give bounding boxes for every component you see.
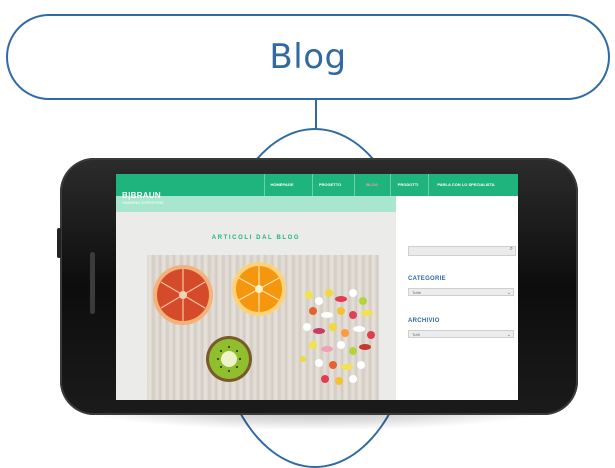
blog-heading: ARTICOLI DAL BLOG [211,235,301,241]
blog-article-image[interactable] [147,255,379,400]
nav-blog[interactable]: BLOG [354,174,389,196]
archive-selected-value: Tutti [412,332,420,337]
archive-title: ARCHIVIO [408,318,440,324]
nav-homepage[interactable]: HOMEPAGE [264,174,299,196]
phone-speaker [90,252,95,314]
nav-prodotti[interactable]: PRODOTTI [390,174,425,196]
callout-title: Blog [269,37,347,77]
blog-callout: Blog [6,14,610,100]
search-icon[interactable]: ⌕ [510,246,513,253]
bbraun-logo[interactable]: B|BRAUN [122,191,161,200]
categories-title: CATEGORIE [408,276,446,282]
site-nav: HOMEPAGE PROGETTO BLOG PRODOTTI PARLA CO… [116,174,518,196]
nav-progetto[interactable]: PROGETTO [312,174,347,196]
search-input[interactable]: ⌕ [408,246,516,256]
chevron-down-icon: ⌄ [506,290,511,296]
archive-select[interactable]: Tutti ⌄ [408,330,514,338]
phone-side-button [57,228,61,258]
logo-tagline: SHARING EXPERTISE [122,200,164,205]
categories-selected-value: Tutte [412,290,421,295]
fruit-and-pills-photo [153,262,375,385]
phone-screen: HOMEPAGE PROGETTO BLOG PRODOTTI PARLA CO… [116,174,518,400]
sidebar [396,196,518,400]
nav-parla-con-lo-specialista[interactable]: PARLA CON LO SPECIALISTA [428,174,503,196]
callout-connector [315,100,317,128]
categories-select[interactable]: Tutte ⌄ [408,288,514,296]
chevron-down-icon: ⌄ [506,332,511,338]
